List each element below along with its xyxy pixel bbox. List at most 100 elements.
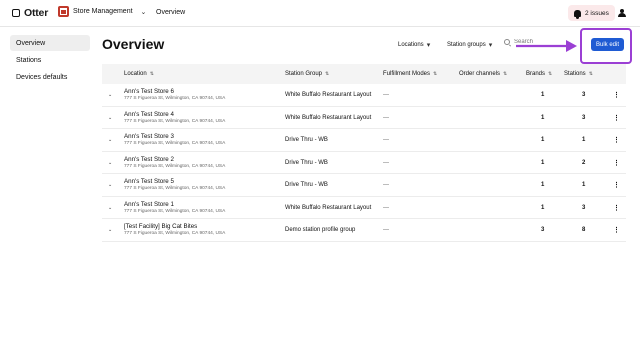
location-address: 777 S Figueroa St, Wilmington, CA 90744,…	[124, 141, 226, 146]
breadcrumb-overview[interactable]: Overview	[156, 9, 185, 16]
sort-icon: ⇅	[433, 70, 438, 77]
chevron-down-icon: ▾	[488, 41, 493, 49]
fulfillment-modes: —	[383, 182, 389, 188]
brands-count: 1	[541, 182, 545, 188]
station-group: Drive Thru - WB	[285, 159, 328, 166]
column-header-order-channels[interactable]: Order channels ⇅	[459, 71, 507, 77]
station-groups-filter[interactable]: Station groups ▾	[447, 38, 492, 51]
sidebar-item-devices-defaults[interactable]: Devices defaults	[10, 69, 90, 85]
station-group: White Buffalo Restaurant Layout	[285, 204, 372, 211]
table-row[interactable]: ⌄ Ann's Test Store 4 777 S Figueroa St, …	[102, 107, 626, 129]
location-address: 777 S Figueroa St, Wilmington, CA 90744,…	[124, 186, 226, 191]
sidebar: Overview Stations Devices defaults	[10, 35, 90, 86]
column-header-station-group[interactable]: Station Group ⇅	[285, 71, 329, 77]
stations-count: 8	[582, 227, 586, 233]
top-bar: Otter Store Management ⌄ Overview 2 issu…	[0, 0, 640, 27]
issues-button[interactable]: 2 issues	[568, 5, 615, 21]
more-options-icon[interactable]: ⋮	[613, 136, 620, 144]
fulfillment-modes: —	[383, 227, 389, 233]
column-header-label: Brands	[526, 71, 546, 77]
chevron-down-icon: ▾	[426, 41, 431, 49]
station-group: Drive Thru - WB	[285, 182, 328, 188]
sidebar-item-stations[interactable]: Stations	[10, 52, 90, 68]
location-name: Ann's Test Store 5	[124, 178, 174, 185]
location-name: Ann's Test Store 6	[124, 88, 174, 95]
column-header-label: Stations	[564, 71, 586, 77]
table-row[interactable]: ⌄ Ann's Test Store 6 777 S Figueroa St, …	[102, 84, 626, 107]
brands-count: 1	[541, 159, 545, 166]
sort-icon: ⇅	[325, 70, 330, 77]
annotation-arrow	[516, 40, 577, 52]
column-header-brands[interactable]: Brands ⇅	[526, 71, 552, 77]
column-header-stations[interactable]: Stations ⇅	[564, 71, 593, 77]
search-icon	[504, 39, 510, 45]
location-address: 777 S Figueroa St, Wilmington, CA 90744,…	[124, 96, 226, 101]
user-icon[interactable]	[618, 9, 626, 17]
issues-label: 2 issues	[585, 9, 609, 17]
more-options-icon[interactable]: ⋮	[613, 159, 620, 167]
location-name: Ann's Test Store 1	[124, 200, 174, 208]
bell-icon	[574, 9, 581, 19]
column-header-label: Order channels	[459, 71, 501, 77]
store-selector[interactable]: Store Management ⌄	[58, 6, 146, 17]
otter-logo[interactable]: Otter	[12, 7, 48, 19]
sidebar-item-overview[interactable]: Overview	[10, 35, 90, 51]
station-group: Demo station profile group	[285, 227, 356, 233]
more-options-icon[interactable]: ⋮	[613, 204, 620, 212]
page-title: Overview	[102, 36, 165, 52]
fulfillment-modes: —	[383, 92, 389, 98]
station-group: Drive Thru - WB	[285, 137, 328, 143]
location-address: 777 S Figueroa St, Wilmington, CA 90744,…	[124, 163, 226, 169]
chevron-down-icon[interactable]: ⌄	[108, 227, 112, 233]
sort-icon: ⇅	[503, 70, 508, 77]
more-options-icon[interactable]: ⋮	[613, 181, 620, 189]
locations-filter[interactable]: Locations ▾	[398, 38, 430, 51]
store-icon	[58, 6, 69, 17]
fulfillment-modes: —	[383, 204, 389, 211]
chevron-down-icon: ⌄	[140, 8, 147, 16]
chevron-down-icon[interactable]: ⌄	[108, 205, 112, 211]
more-options-icon[interactable]: ⋮	[613, 114, 620, 122]
station-group: White Buffalo Restaurant Layout	[285, 92, 372, 98]
table-header: Location ⇅ Station Group ⇅ Fulfillment M…	[102, 64, 626, 84]
column-header-location[interactable]: Location ⇅	[124, 71, 154, 77]
more-options-icon[interactable]: ⋮	[613, 91, 620, 99]
table-row[interactable]: ⌄ Ann's Test Store 2 777 S Figueroa St, …	[102, 152, 626, 174]
store-selector-label: Store Management	[73, 8, 133, 15]
station-groups-filter-label: Station groups	[447, 41, 486, 48]
chevron-down-icon[interactable]: ⌄	[108, 115, 112, 121]
stations-count: 3	[582, 114, 586, 121]
table-row[interactable]: ⌄ Ann's Test Store 1 777 S Figueroa St, …	[102, 197, 626, 219]
stations-count: 1	[582, 182, 586, 188]
chevron-down-icon[interactable]: ⌄	[108, 160, 112, 166]
stations-count: 1	[582, 137, 586, 143]
more-options-icon[interactable]: ⋮	[613, 226, 620, 234]
table-row[interactable]: ⌄ Ann's Test Store 3 777 S Figueroa St, …	[102, 129, 626, 152]
stations-count: 3	[582, 204, 586, 211]
column-header-label: Fulfillment Modes	[383, 71, 431, 77]
sort-icon: ⇅	[548, 70, 553, 77]
chevron-down-icon[interactable]: ⌄	[108, 92, 112, 98]
chevron-down-icon[interactable]: ⌄	[108, 182, 112, 188]
brand-name: Otter	[24, 7, 49, 19]
locations-table: Location ⇅ Station Group ⇅ Fulfillment M…	[102, 64, 626, 242]
sort-icon: ⇅	[588, 70, 593, 77]
bulk-edit-button[interactable]: Bulk edit	[591, 38, 624, 51]
table-row[interactable]: ⌄ [Test Facility] Big Cat Bites 777 S Fi…	[102, 219, 626, 242]
station-group: White Buffalo Restaurant Layout	[285, 114, 372, 121]
locations-filter-label: Locations	[398, 41, 424, 48]
chevron-down-icon[interactable]: ⌄	[108, 137, 112, 143]
brands-count: 1	[541, 204, 545, 211]
location-name: Ann's Test Store 2	[124, 155, 174, 163]
fulfillment-modes: —	[383, 137, 389, 143]
table-row[interactable]: ⌄ Ann's Test Store 5 777 S Figueroa St, …	[102, 174, 626, 197]
brands-count: 3	[541, 227, 545, 233]
column-header-label: Station Group	[285, 71, 323, 77]
column-header-label: Location	[124, 71, 147, 77]
brands-count: 1	[541, 114, 545, 121]
brands-count: 1	[541, 92, 545, 98]
brands-count: 1	[541, 137, 545, 143]
column-header-fulfillment-modes[interactable]: Fulfillment Modes ⇅	[383, 71, 437, 77]
location-name: Ann's Test Store 4	[124, 110, 174, 118]
fulfillment-modes: —	[383, 114, 389, 121]
